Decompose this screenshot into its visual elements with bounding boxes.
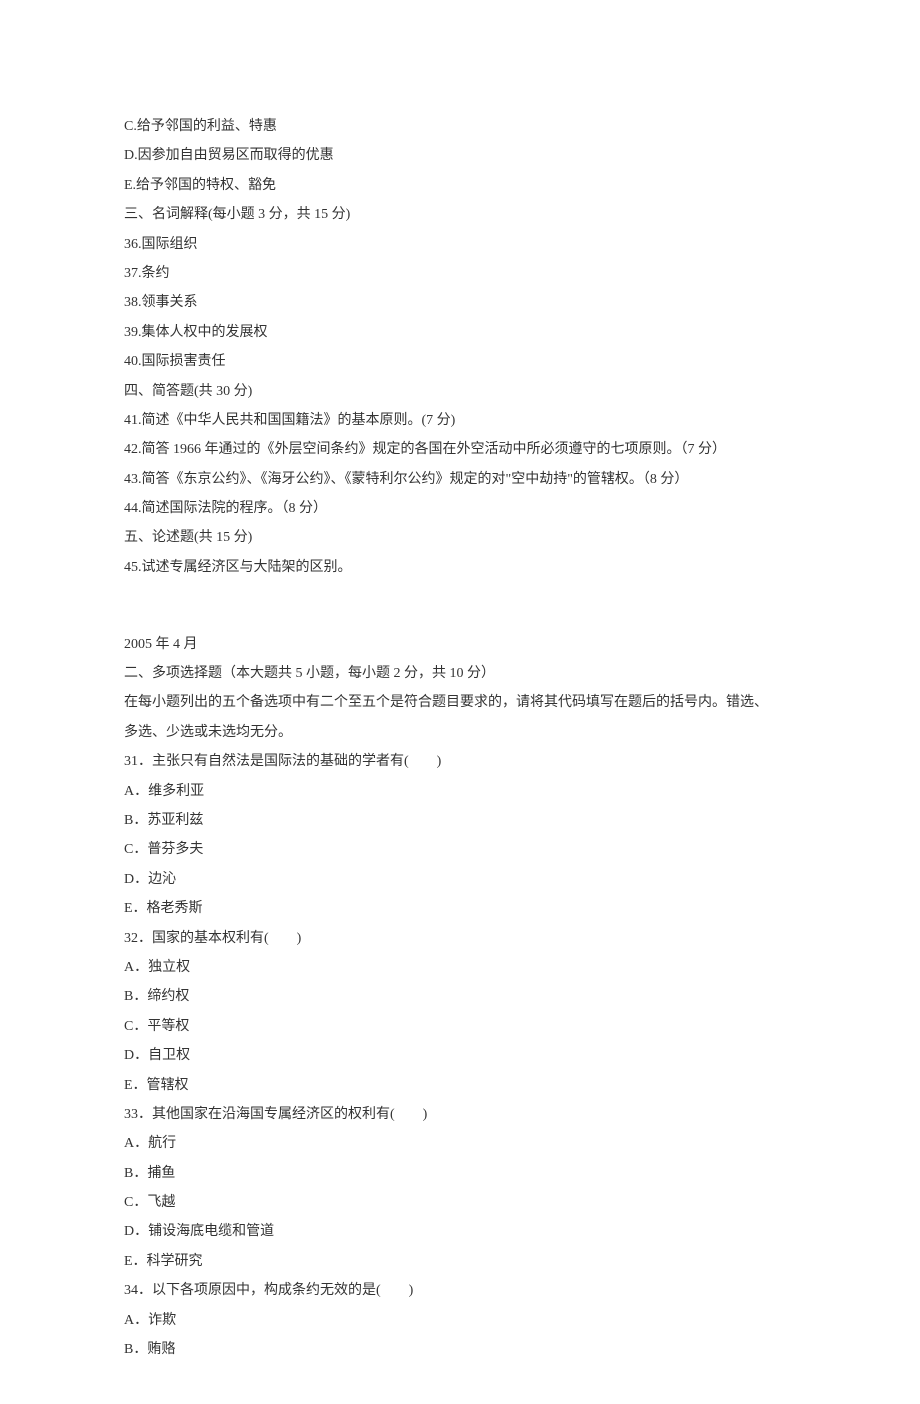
text-line: 40.国际损害责任 <box>124 347 796 376</box>
text-line: C．飞越 <box>124 1188 796 1217</box>
text-line: 37.条约 <box>124 259 796 288</box>
text-line: 31．主张只有自然法是国际法的基础的学者有( ) <box>124 747 796 776</box>
text-line: D．铺设海底电缆和管道 <box>124 1217 796 1246</box>
text-line: D．边沁 <box>124 865 796 894</box>
text-line: A．维多利亚 <box>124 777 796 806</box>
text-line: 43.简答《东京公约》、《海牙公约》、《蒙特利尔公约》规定的对"空中劫持"的管辖… <box>124 465 796 494</box>
text-line: 32．国家的基本权利有( ) <box>124 924 796 953</box>
text-line: 四、简答题(共 30 分) <box>124 377 796 406</box>
text-line: E．格老秀斯 <box>124 894 796 923</box>
text-line: C．普芬多夫 <box>124 835 796 864</box>
text-line: 五、论述题(共 15 分) <box>124 523 796 552</box>
text-line: 34．以下各项原因中，构成条约无效的是( ) <box>124 1276 796 1305</box>
text-line: B．苏亚利兹 <box>124 806 796 835</box>
text-line: 多选、少选或未选均无分。 <box>124 718 796 747</box>
text-line: E．科学研究 <box>124 1247 796 1276</box>
text-line: 36.国际组织 <box>124 230 796 259</box>
text-line: B．贿赂 <box>124 1335 796 1364</box>
text-line: E.给予邻国的特权、豁免 <box>124 171 796 200</box>
text-line <box>124 582 796 611</box>
text-line: E．管辖权 <box>124 1071 796 1100</box>
text-line: 33．其他国家在沿海国专属经济区的权利有( ) <box>124 1100 796 1129</box>
text-line: A．诈欺 <box>124 1306 796 1335</box>
text-line: B．捕鱼 <box>124 1159 796 1188</box>
text-line: 42.简答 1966 年通过的《外层空间条约》规定的各国在外空活动中所必须遵守的… <box>124 435 796 464</box>
text-line: 38.领事关系 <box>124 288 796 317</box>
text-line: 2005 年 4 月 <box>124 630 796 659</box>
text-line: 二、多项选择题（本大题共 5 小题，每小题 2 分，共 10 分） <box>124 659 796 688</box>
text-line: D．自卫权 <box>124 1041 796 1070</box>
text-line: 在每小题列出的五个备选项中有二个至五个是符合题目要求的，请将其代码填写在题后的括… <box>124 688 796 717</box>
text-line: 44.简述国际法院的程序。（8 分） <box>124 494 796 523</box>
text-line: A．独立权 <box>124 953 796 982</box>
text-line: 41.简述《中华人民共和国国籍法》的基本原则。(7 分) <box>124 406 796 435</box>
text-line: D.因参加自由贸易区而取得的优惠 <box>124 141 796 170</box>
text-line: B．缔约权 <box>124 982 796 1011</box>
text-line: A．航行 <box>124 1129 796 1158</box>
text-line: 45.试述专属经济区与大陆架的区别。 <box>124 553 796 582</box>
text-line: C．平等权 <box>124 1012 796 1041</box>
text-line: 39.集体人权中的发展权 <box>124 318 796 347</box>
text-line: 三、名词解释(每小题 3 分，共 15 分) <box>124 200 796 229</box>
text-line: C.给予邻国的利益、特惠 <box>124 112 796 141</box>
